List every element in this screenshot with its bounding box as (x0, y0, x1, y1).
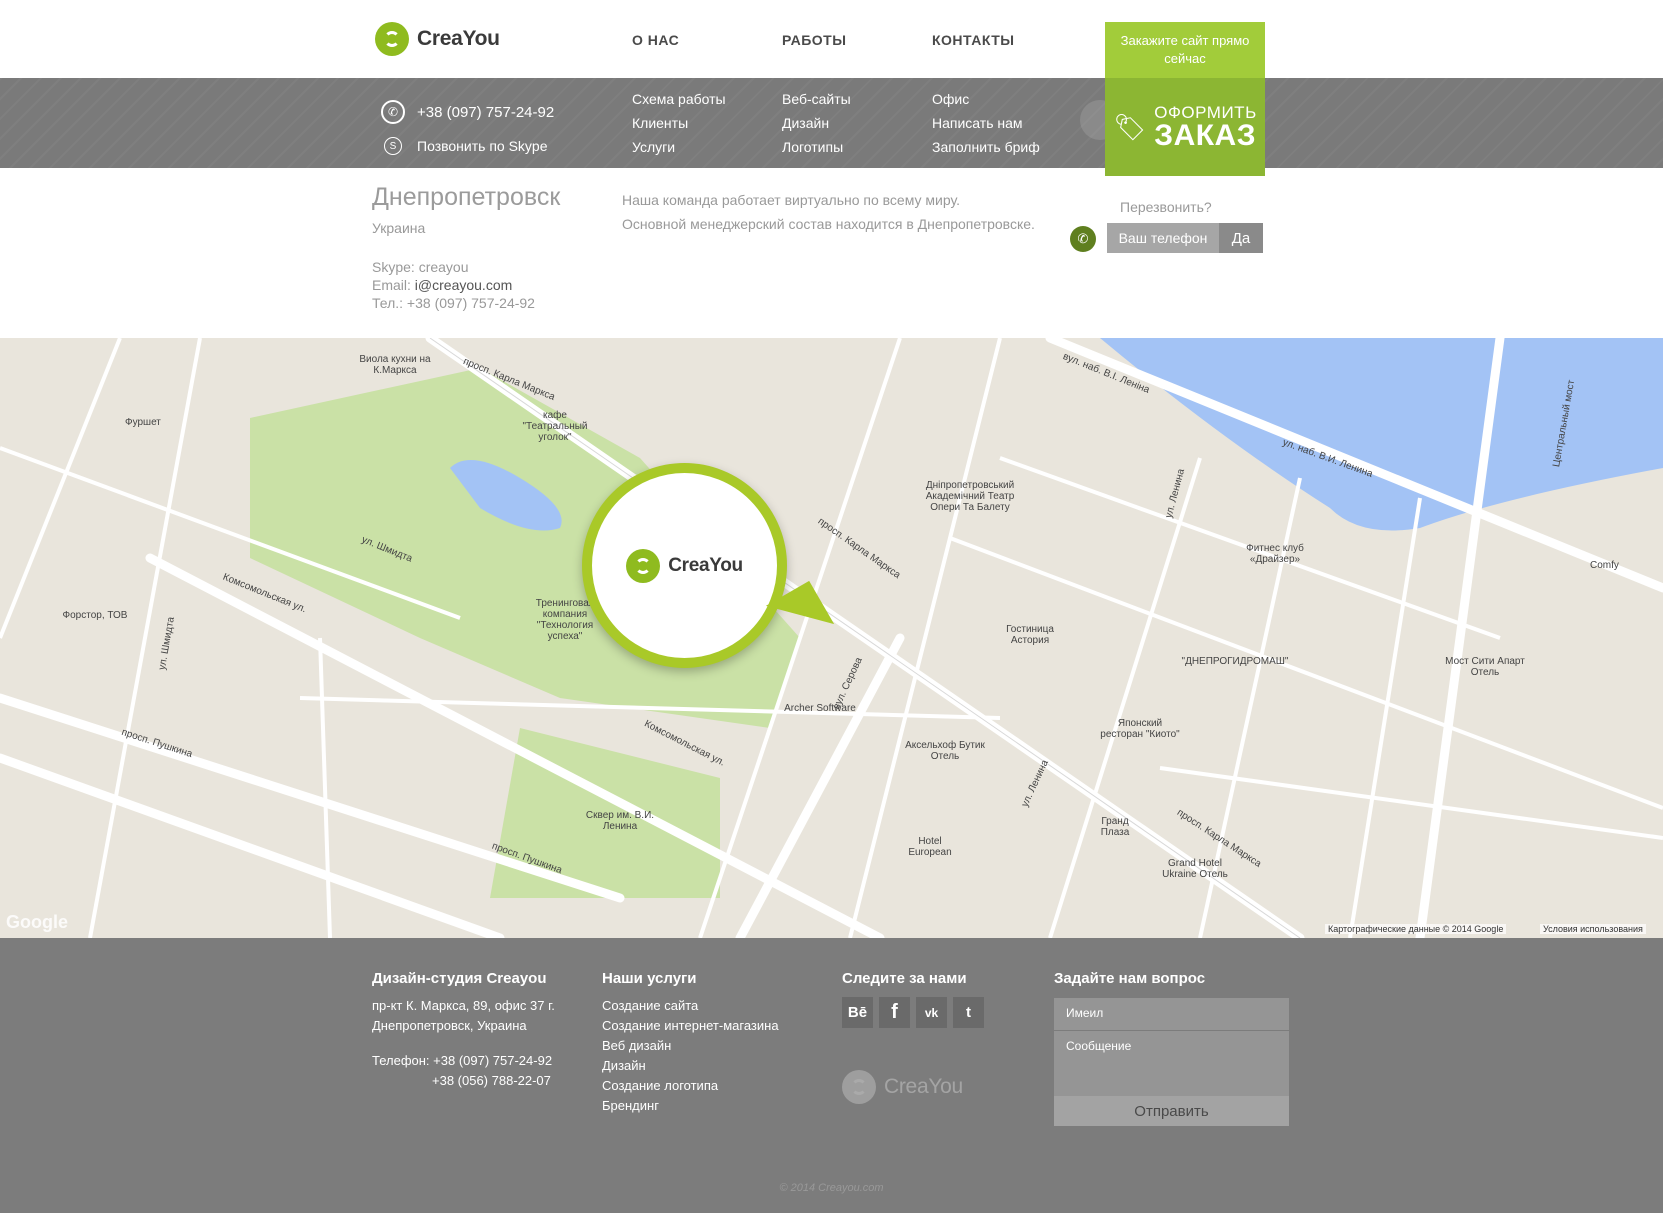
map-poi-archer[interactable]: Archer Software (780, 703, 860, 714)
map-poi-kyoto[interactable]: Японский ресторан "Киото" (1100, 718, 1180, 740)
map-poi-axelhof[interactable]: Аксельхоф Бутик Отель (890, 740, 1000, 762)
footer-logo: CreaYou (842, 1070, 963, 1104)
contact-skype: Skype: creayou (372, 259, 469, 275)
footer-logo-text: CreaYou (884, 1075, 963, 1098)
map-poi-astoria[interactable]: Гостиница Астория (995, 624, 1065, 646)
map-location-pin[interactable]: CreaYou (582, 463, 787, 668)
nav-works[interactable]: РАБОТЫ (782, 32, 846, 48)
map-poi-grand-hotel[interactable]: Grand Hotel Ukraine Отель (1150, 858, 1240, 880)
logo-text: CreaYou (417, 27, 500, 50)
pin-logo-text: CreaYou (668, 554, 743, 576)
order-button[interactable]: 🏷 ОФОРМИТЬ ЗАКАЗ (1105, 78, 1265, 176)
footer-logo-icon (842, 1070, 876, 1104)
email-label: Email: (372, 277, 415, 293)
nav-websites[interactable]: Веб-сайты (782, 91, 851, 107)
map-terms-link[interactable]: Условия использования (1540, 924, 1646, 934)
nav-clients[interactable]: Клиенты (632, 115, 688, 131)
email-link[interactable]: i@creayou.com (415, 277, 512, 293)
map-poi-cafe[interactable]: кафе "Театральный уголок" (510, 410, 600, 443)
footer-send-button[interactable]: Отправить (1054, 1096, 1289, 1126)
map-poi-forstor[interactable]: Форстор, ТОВ (60, 610, 130, 621)
footer-service-link[interactable]: Дизайн (602, 1056, 646, 1076)
tag-icon: 🏷 (1113, 111, 1147, 142)
map-poi-hotel-european[interactable]: Hotel European (900, 836, 960, 858)
skype-icon: S (384, 137, 402, 155)
callback-question: Перезвонить? (1120, 199, 1212, 215)
map-poi-grand-plaza[interactable]: Гранд Плаза (1090, 816, 1140, 838)
description-line1: Наша команда работает виртуально по всем… (622, 192, 960, 208)
header-phone: +38 (097) 757-24-92 (417, 104, 555, 121)
logo[interactable]: CreaYou (375, 22, 500, 56)
footer-studio-title: Дизайн-студия Creayou (372, 970, 547, 987)
footer-service-link[interactable]: Создание сайта (602, 996, 698, 1016)
nav-write-us[interactable]: Написать нам (932, 115, 1023, 131)
map-poi-opera-theatre[interactable]: Дніпропетровський Академічний Театр Опер… (910, 480, 1030, 513)
facebook-icon[interactable]: f (879, 997, 910, 1028)
footer-follow-title: Следите за нами (842, 970, 967, 987)
nav-office[interactable]: Офис (932, 91, 969, 107)
phone-icon: ✆ (381, 100, 405, 124)
footer-ask-title: Задайте нам вопрос (1054, 970, 1206, 987)
map-poi-viola[interactable]: Виола кухни на К.Маркса (350, 354, 440, 376)
footer-services-title: Наши услуги (602, 970, 697, 987)
map-poi-dneprogidromash[interactable]: "ДНЕПРОГИДРОМАШ" (1180, 656, 1290, 667)
footer-service-link[interactable]: Брендинг (602, 1096, 659, 1116)
order-line2: ЗАКАЗ (1154, 118, 1257, 152)
country: Украина (372, 220, 426, 236)
map-poi-comfy[interactable]: Comfy (1590, 560, 1619, 571)
nav-about[interactable]: О НАС (632, 32, 679, 48)
footer-phone1: Телефон: +38 (097) 757-24-92 (372, 1053, 553, 1068)
map-poi-fitness[interactable]: Фитнес клуб «Драйзер» (1230, 543, 1320, 565)
footer-copyright: © 2014 Creayou.com (779, 1182, 884, 1194)
vk-icon[interactable]: vk (916, 997, 947, 1028)
nav-services[interactable]: Услуги (632, 139, 675, 155)
contact-tel: Тел.: +38 (097) 757-24-92 (372, 295, 535, 311)
footer-phone2: +38 (056) 788-22-07 (432, 1073, 551, 1088)
map[interactable]: просп. Карла Маркса просп. Карла Маркса … (0, 338, 1663, 938)
order-line1: ОФОРМИТЬ (1154, 102, 1257, 122)
nav-design[interactable]: Дизайн (782, 115, 829, 131)
twitter-icon[interactable]: t (953, 997, 984, 1028)
callback-submit-button[interactable]: Да (1219, 223, 1263, 253)
map-canvas (0, 338, 1663, 938)
nav-logos[interactable]: Логотипы (782, 139, 843, 155)
nav-contacts[interactable]: КОНТАКТЫ (932, 32, 1014, 48)
nav-scheme[interactable]: Схема работы (632, 91, 726, 107)
footer-address2: Днепропетровск, Украина (372, 1018, 527, 1033)
footer (0, 938, 1663, 1213)
footer-service-link[interactable]: Создание логотипа (602, 1076, 718, 1096)
contact-email: Email: i@creayou.com (372, 277, 512, 293)
map-poi-lenin-square[interactable]: Сквер им. В.И. Ленина (585, 810, 655, 832)
google-logo[interactable]: Google (6, 912, 68, 933)
footer-address1: пр-кт К. Маркса, 89, офис 37 г. (372, 998, 555, 1013)
nav-brief[interactable]: Заполнить бриф (932, 139, 1040, 155)
footer-service-link[interactable]: Веб дизайн (602, 1036, 671, 1056)
map-copyright: Картографические данные © 2014 Google (1325, 924, 1507, 934)
map-poi-most-city[interactable]: Мост Сити Апарт Отель (1440, 656, 1530, 678)
skype-call-link[interactable]: Позвонить по Skype (417, 138, 548, 154)
footer-email-input[interactable]: Имеил (1054, 998, 1289, 1030)
map-poi-furshet[interactable]: Фуршет (125, 417, 161, 428)
city-title: Днепропетровск (372, 183, 561, 211)
callback-phone-input[interactable]: Ваш телефон (1107, 223, 1219, 253)
pin-logo-icon (626, 548, 661, 583)
footer-service-link[interactable]: Создание интернет-магазина (602, 1016, 779, 1036)
footer-message-input[interactable]: Сообщение (1054, 1031, 1289, 1096)
behance-icon[interactable]: Bē (842, 997, 873, 1028)
order-now-banner[interactable]: Закажите сайт прямо сейчас (1105, 22, 1265, 78)
creayou-logo-icon (375, 22, 409, 56)
description-line2: Основной менеджерский состав находится в… (622, 216, 1035, 232)
callback-phone-icon: ✆ (1070, 226, 1096, 252)
